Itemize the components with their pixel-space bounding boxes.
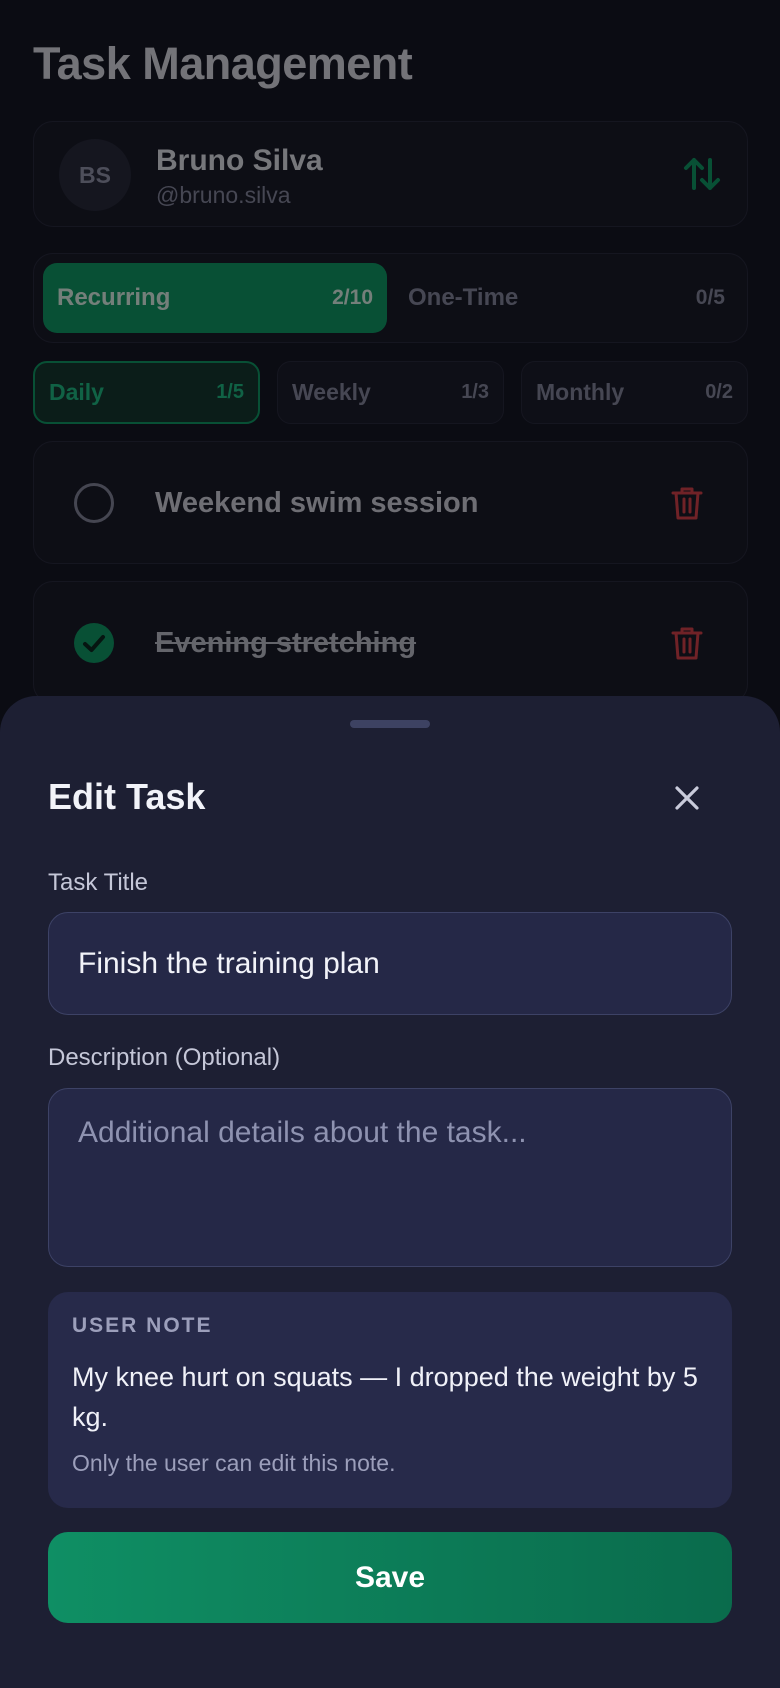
screen: Task Management BS Bruno Silva @bruno.si… <box>0 0 780 1688</box>
user-note-heading: USER NOTE <box>72 1314 213 1337</box>
description-label: Description (Optional) <box>48 1044 281 1071</box>
user-note-text: My knee hurt on squats — I dropped the w… <box>72 1362 698 1432</box>
task-title-input[interactable] <box>48 912 732 1015</box>
edit-task-sheet: Edit Task Task Title Description (Option… <box>0 696 780 1688</box>
sheet-title: Edit Task <box>48 776 206 817</box>
task-title-label: Task Title <box>48 869 149 896</box>
description-input[interactable] <box>48 1088 732 1267</box>
save-button[interactable]: Save <box>48 1532 732 1623</box>
user-note: USER NOTE My knee hurt on squats — I dro… <box>48 1292 732 1508</box>
user-note-footnote: Only the user can edit this note. <box>72 1450 396 1476</box>
close-icon <box>675 786 699 810</box>
close-button[interactable] <box>667 778 707 818</box>
sheet-drag-handle[interactable] <box>350 720 430 728</box>
